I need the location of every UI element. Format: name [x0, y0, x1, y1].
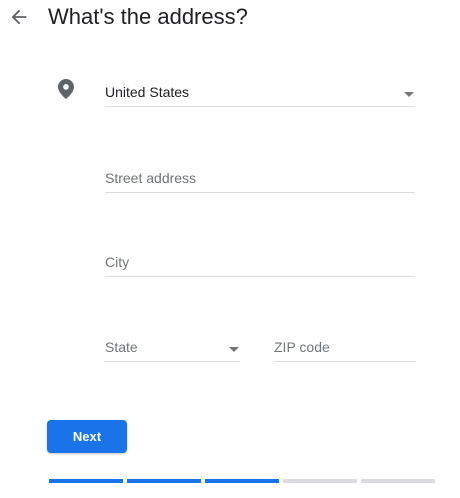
- back-button[interactable]: [8, 6, 30, 28]
- dropdown-arrow-icon: [404, 92, 414, 97]
- progress-segment: [361, 479, 435, 483]
- progress-segment: [205, 479, 279, 483]
- country-value: United States: [105, 84, 190, 100]
- state-select[interactable]: State: [105, 331, 240, 362]
- progress-segment: [49, 479, 123, 483]
- street-address-input[interactable]: Street address: [105, 162, 415, 193]
- country-select[interactable]: United States: [105, 76, 415, 107]
- dropdown-arrow-icon: [229, 347, 239, 352]
- city-placeholder: City: [105, 254, 130, 270]
- city-input[interactable]: City: [105, 246, 415, 277]
- arrow-back-icon: [11, 9, 27, 25]
- state-placeholder: State: [105, 339, 138, 355]
- street-address-placeholder: Street address: [105, 170, 197, 186]
- progress-segment: [283, 479, 357, 483]
- address-step-page: What's the address? United States Street…: [0, 0, 460, 498]
- step-progress-bar: [49, 479, 435, 483]
- zip-code-placeholder: ZIP code: [274, 339, 330, 355]
- page-title: What's the address?: [48, 4, 248, 29]
- progress-segment: [127, 479, 201, 483]
- map-pin-icon: [58, 79, 74, 99]
- next-button[interactable]: Next: [47, 420, 127, 453]
- zip-code-input[interactable]: ZIP code: [274, 331, 415, 362]
